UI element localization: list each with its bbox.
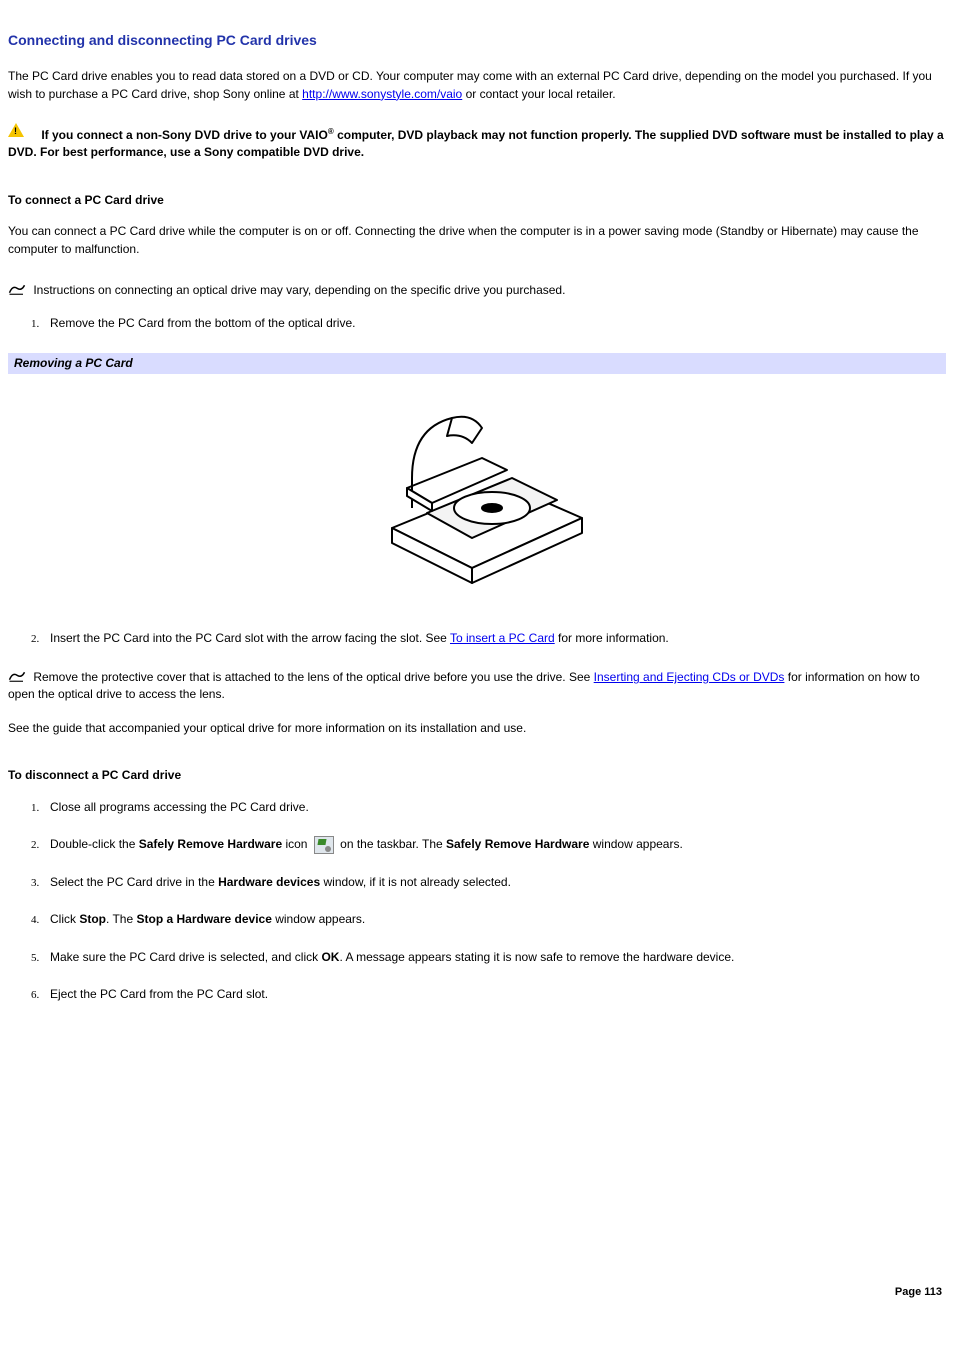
ds5-a: Make sure the PC Card drive is selected,… — [50, 950, 321, 964]
ds2-e: Safely Remove Hardware — [446, 837, 589, 851]
warning-icon — [8, 123, 24, 137]
intro-paragraph: The PC Card drive enables you to read da… — [8, 68, 946, 103]
disconnect-steps: Close all programs accessing the PC Card… — [42, 799, 946, 1004]
ds5-b: OK — [321, 950, 339, 964]
safely-remove-hardware-icon — [314, 836, 334, 854]
connect-subheader: To connect a PC Card drive — [8, 192, 946, 209]
ds4-a: Click — [50, 912, 79, 926]
note-2-text-a: Remove the protective cover that is atta… — [33, 670, 593, 684]
disconnect-step-1: Close all programs accessing the PC Card… — [42, 799, 946, 816]
sonystyle-link[interactable]: http://www.sonystyle.com/vaio — [302, 87, 462, 101]
connect-steps: Remove the PC Card from the bottom of th… — [42, 315, 946, 332]
ds4-b: Stop — [79, 912, 106, 926]
disconnect-step-2: Double-click the Safely Remove Hardware … — [42, 836, 946, 854]
ds3-a: Select the PC Card drive in the — [50, 875, 218, 889]
disconnect-subheader: To disconnect a PC Card drive — [8, 767, 946, 784]
step2-text-b: for more information. — [555, 631, 669, 645]
disconnect-step-6: Eject the PC Card from the PC Card slot. — [42, 986, 946, 1003]
inserting-ejecting-link[interactable]: Inserting and Ejecting CDs or DVDs — [594, 670, 785, 684]
connect-step-2: Insert the PC Card into the PC Card slot… — [42, 630, 946, 647]
disconnect-step-5: Make sure the PC Card drive is selected,… — [42, 949, 946, 966]
ds2-a: Double-click the — [50, 837, 139, 851]
ds3-c: window, if it is not already selected. — [320, 875, 511, 889]
figure-label: Removing a PC Card — [8, 353, 946, 374]
page-title: Connecting and disconnecting PC Card dri… — [8, 30, 946, 50]
intro-text-2: or contact your local retailer. — [462, 87, 615, 101]
note-icon — [8, 282, 26, 296]
page-number: Page 113 — [895, 1285, 942, 1301]
ds2-d: on the taskbar. The — [337, 837, 446, 851]
guide-paragraph: See the guide that accompanied your opti… — [8, 720, 946, 737]
note-icon — [8, 669, 26, 683]
ds4-d: Stop a Hardware device — [136, 912, 271, 926]
ds2-b: Safely Remove Hardware — [139, 837, 282, 851]
figure-illustration — [8, 374, 946, 615]
note-1: Instructions on connecting an optical dr… — [8, 280, 946, 299]
ds4-c: . The — [106, 912, 136, 926]
disconnect-step-4: Click Stop. The Stop a Hardware device w… — [42, 911, 946, 928]
connect-step-1: Remove the PC Card from the bottom of th… — [42, 315, 946, 332]
ds2-f: window appears. — [589, 837, 682, 851]
connect-steps-2: Insert the PC Card into the PC Card slot… — [42, 630, 946, 647]
insert-pc-card-link[interactable]: To insert a PC Card — [450, 631, 555, 645]
ds5-c: . A message appears stating it is now sa… — [339, 950, 734, 964]
note-1-text: Instructions on connecting an optical dr… — [33, 283, 565, 297]
warning-text-1: If you connect a non-Sony DVD drive to y… — [41, 128, 327, 142]
disconnect-step-3: Select the PC Card drive in the Hardware… — [42, 874, 946, 891]
ds4-e: window appears. — [272, 912, 365, 926]
connect-paragraph: You can connect a PC Card drive while th… — [8, 223, 946, 258]
note-2: Remove the protective cover that is atta… — [8, 667, 946, 704]
warning-block: If you connect a non-Sony DVD drive to y… — [8, 125, 946, 162]
step2-text-a: Insert the PC Card into the PC Card slot… — [50, 631, 450, 645]
ds3-b: Hardware devices — [218, 875, 320, 889]
ds2-c: icon — [282, 837, 311, 851]
